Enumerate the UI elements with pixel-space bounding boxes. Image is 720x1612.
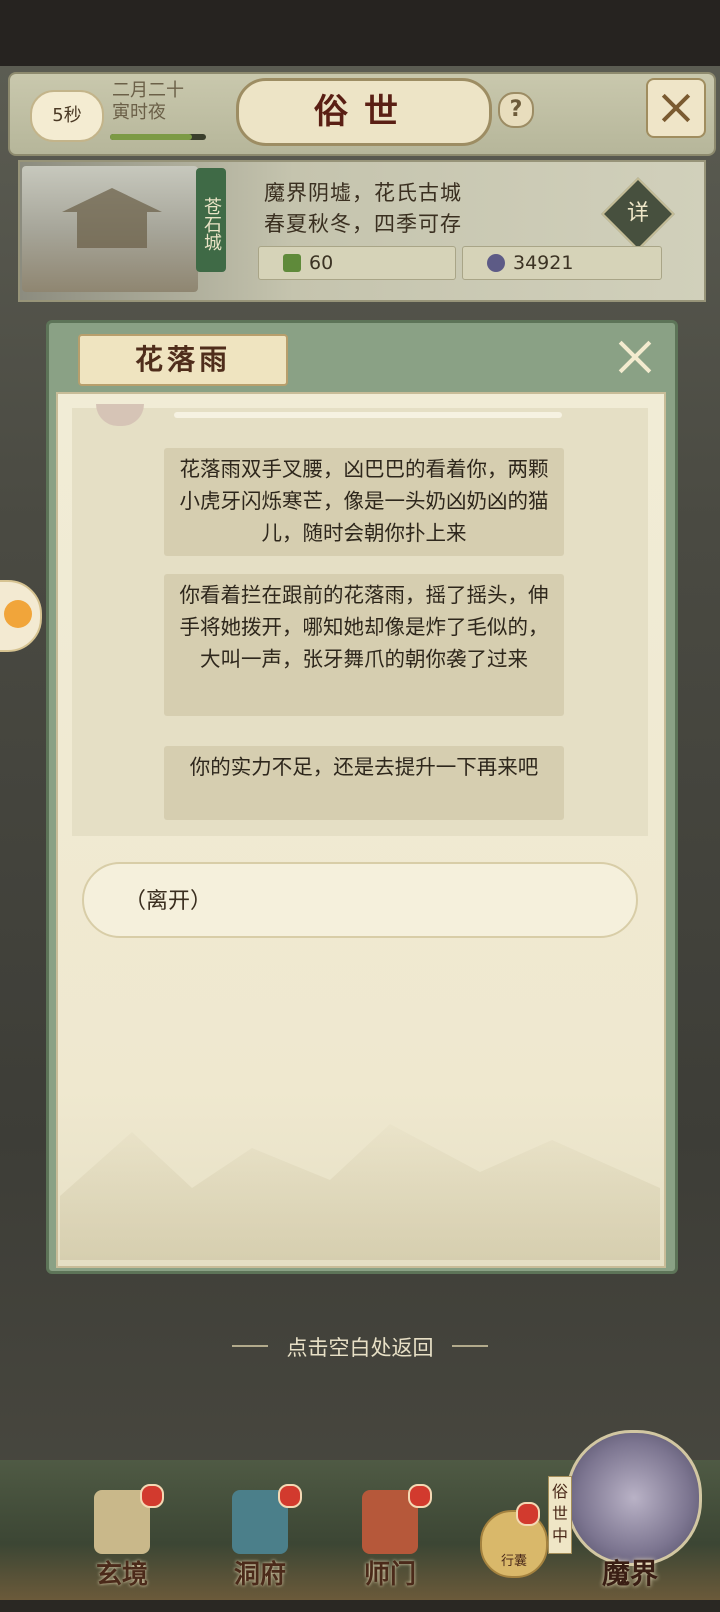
nav-label: 洞府 [233, 1560, 286, 1590]
nav-item-dongfu[interactable]: 洞府 [210, 1478, 310, 1594]
header-close-button[interactable] [646, 78, 706, 138]
time-progress-bar [110, 134, 206, 140]
city-name-banner: 苍石城 [196, 168, 226, 272]
nav-item-xuanjing[interactable]: 玄境 [72, 1478, 172, 1594]
resource-orb: 34921 [462, 246, 662, 280]
game-date: 二月二十 寅时夜 [112, 80, 184, 124]
notification-dot [140, 1484, 164, 1508]
chat-divider [174, 412, 562, 418]
realm-label: 魔界 [601, 1557, 658, 1590]
nav-label: 玄境 [95, 1560, 148, 1590]
city-description: 魔界阴墟，花氏古城 春夏秋冬，四季可存 [264, 178, 462, 240]
return-hint[interactable]: 点击空白处返回 [0, 1332, 720, 1362]
time-progress-fill [110, 134, 192, 140]
dialog-title: 花落雨 [78, 334, 288, 386]
chat-message: 花落雨双手叉腰，凶巴巴的看着你，两颗小虎牙闪烁寒芒，像是一头奶凶奶凶的猫儿，随时… [164, 448, 564, 556]
date-day: 二月二十 [112, 80, 184, 101]
gamepad-icon [4, 600, 32, 628]
chat-message: 你看着拦在跟前的花落雨，摇了摇头，伸手将她拨开，哪知她却像是炸了毛似的，大叫一声… [164, 574, 564, 716]
timer-badge[interactable]: 5秒 [30, 90, 104, 142]
city-desc-line2: 春夏秋冬，四季可存 [264, 212, 462, 236]
chat-message: 你的实力不足，还是去提升一下再来吧 [164, 746, 564, 820]
resource-orb-value: 34921 [513, 252, 574, 274]
leaf-icon [283, 254, 301, 272]
city-desc-line1: 魔界阴墟，花氏古城 [264, 181, 462, 205]
notification-dot [278, 1484, 302, 1508]
date-hour: 寅时夜 [112, 102, 166, 123]
resource-leaf: 60 [258, 246, 456, 280]
nav-item-shimen[interactable]: 师门 [340, 1478, 440, 1594]
help-button[interactable]: ? [498, 92, 534, 128]
nav-label: 师门 [363, 1560, 416, 1590]
detail-button-label: 详 [626, 201, 649, 226]
resource-leaf-value: 60 [309, 252, 334, 274]
orb-icon [487, 254, 505, 272]
bag-notification-dot [516, 1502, 540, 1526]
notification-dot [408, 1484, 432, 1508]
city-image [22, 166, 198, 292]
dialog-close-button[interactable] [614, 336, 656, 378]
page-title: 俗世 [236, 78, 492, 146]
realm-status-tag: 俗世中 [548, 1476, 572, 1554]
leave-option-button[interactable]: （离开） [82, 862, 638, 938]
status-bar [0, 0, 720, 66]
realm-portrait[interactable] [566, 1430, 702, 1566]
